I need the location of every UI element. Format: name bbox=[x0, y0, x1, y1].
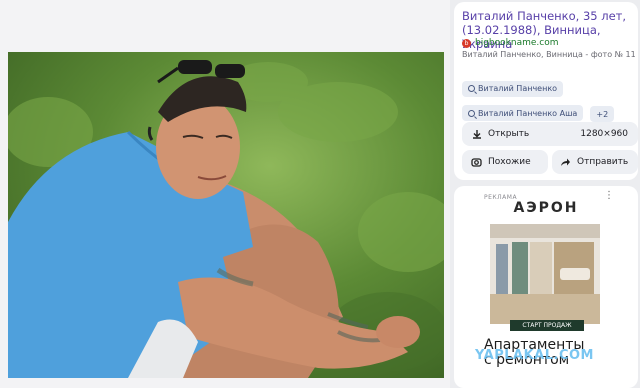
site-watermark: YAPLAKAL.COM bbox=[475, 348, 594, 363]
bigbookname-logo-icon: b bbox=[462, 38, 471, 48]
similar-button[interactable]: Похожие bbox=[462, 150, 548, 174]
ad-interior-image bbox=[490, 224, 600, 324]
image-size: 1280×960 bbox=[580, 129, 628, 139]
camera-search-icon bbox=[471, 158, 482, 167]
open-label: Открыть bbox=[488, 129, 530, 139]
ad-promo-badge: СТАРТ ПРОДАЖ bbox=[510, 320, 584, 331]
more-tags-button[interactable]: +2 bbox=[590, 106, 615, 122]
share-arrow-icon bbox=[561, 158, 570, 166]
tag-chip[interactable]: Виталий Панченко Аша bbox=[462, 105, 584, 121]
tag-label: Виталий Панченко Аша bbox=[478, 108, 578, 118]
photo-illustration bbox=[8, 52, 444, 378]
source-link[interactable]: b bigbookname.com bbox=[462, 38, 558, 48]
similar-label: Похожие bbox=[488, 157, 531, 167]
tag-label: Виталий Панченко bbox=[478, 84, 558, 93]
search-icon bbox=[468, 109, 475, 117]
tag-list: Виталий Панченко Виталий Панченко Аша +2 bbox=[462, 77, 638, 127]
source-domain[interactable]: bigbookname.com bbox=[475, 38, 558, 48]
result-subtitle: Виталий Панченко, Винница - фото № 11 bbox=[462, 50, 636, 59]
search-icon bbox=[468, 85, 475, 92]
image-viewer bbox=[0, 0, 450, 388]
result-card: Виталий Панченко, 35 лет, (13.02.1988), … bbox=[454, 2, 638, 180]
share-button[interactable]: Отправить bbox=[552, 150, 638, 174]
download-icon bbox=[473, 130, 481, 139]
tag-chip[interactable]: Виталий Панченко bbox=[462, 80, 564, 97]
share-label: Отправить bbox=[577, 157, 629, 167]
main-photo[interactable] bbox=[8, 52, 444, 378]
ad-brand-logo: АЭРОН bbox=[513, 200, 579, 216]
result-sidebar: Виталий Панченко, 35 лет, (13.02.1988), … bbox=[452, 0, 640, 388]
open-button[interactable]: Открыть 1280×960 bbox=[462, 122, 638, 146]
